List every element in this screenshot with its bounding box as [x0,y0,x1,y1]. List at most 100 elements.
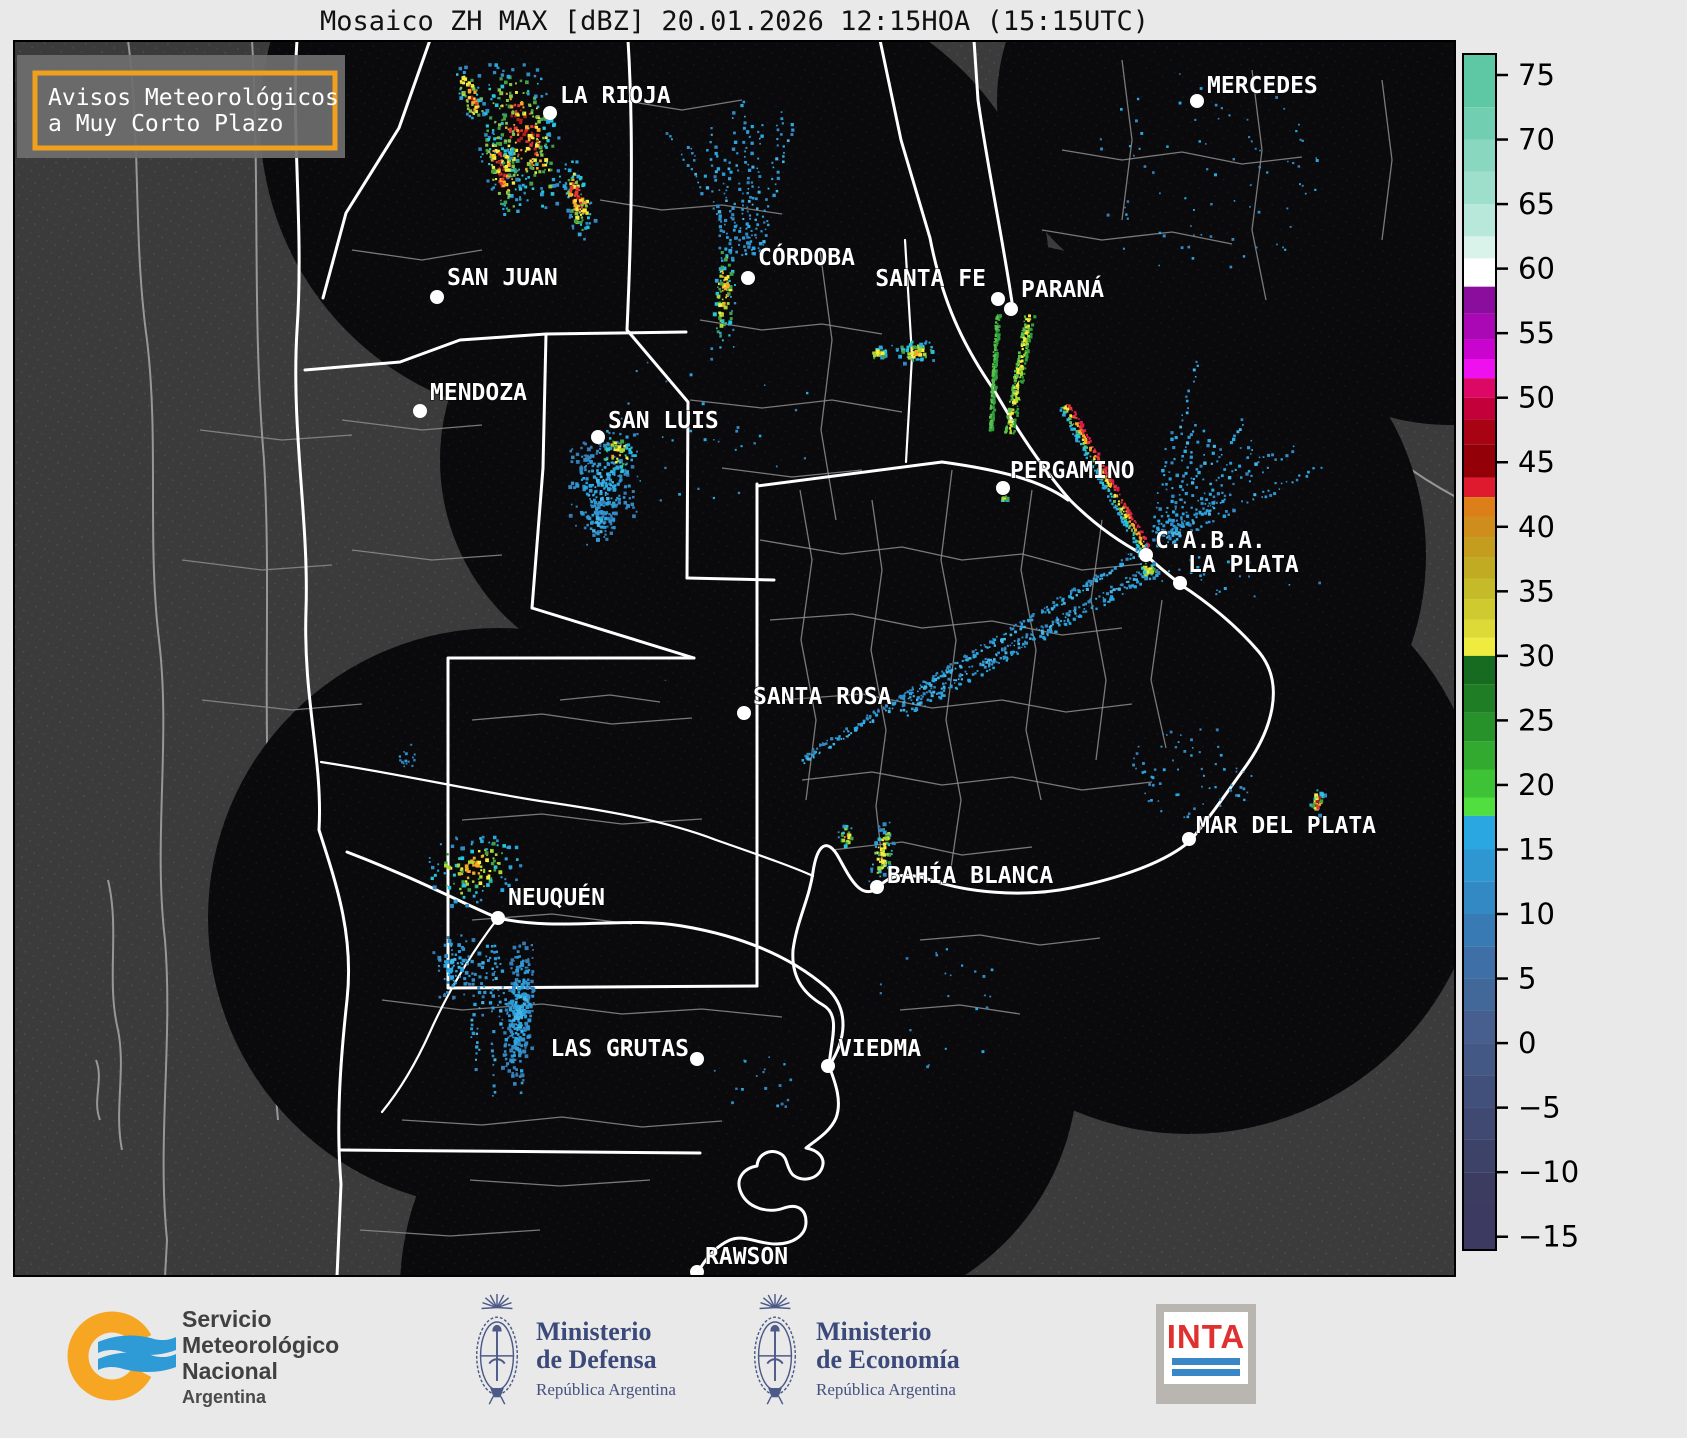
city-label: MERCEDES [1207,73,1318,99]
colorbar-segment [1463,978,1496,1011]
reflectivity-colorbar: 757065605550454035302520151050−5−10−15 [1462,53,1579,1254]
colorbar-segment [1463,419,1496,445]
city-dot [430,290,444,304]
city-dot [591,430,605,444]
city-label: PARANÁ [1021,275,1104,303]
colorbar-segment [1463,1139,1496,1173]
colorbar-segment [1463,537,1496,558]
colorbar-segment [1463,339,1496,359]
colorbar-tick-label: 0 [1518,1026,1536,1060]
smn-logo-text: Servicio Meteorológico Nacional Argentin… [182,1306,339,1408]
warnings-banner-line1: Avisos Meteorológicos [48,85,339,111]
inta-bar-2 [1172,1369,1240,1376]
colorbar-tick-label: 40 [1518,510,1555,544]
colorbar-segment [1463,171,1496,205]
city-label: SANTA ROSA [753,684,892,710]
colorbar-segment [1463,655,1496,685]
colorbar-segment [1463,637,1496,656]
city-dot [491,911,505,925]
colorbar-segment [1463,578,1496,600]
colorbar-tick-label: 25 [1518,703,1555,737]
city-label: RAWSON [705,1244,788,1270]
city-label: MAR DEL PLATA [1196,813,1376,839]
colorbar-segment [1463,1107,1496,1140]
inta-logo: INTA [1156,1304,1256,1404]
colorbar-tick-label: 65 [1518,187,1555,221]
colorbar-segment [1463,849,1496,882]
city-label: SAN JUAN [447,265,558,291]
colorbar-segment [1463,741,1496,770]
economia-coat-of-arms [746,1290,804,1414]
warnings-banner-line2: a Muy Corto Plazo [48,111,283,137]
economia-logo-text: Ministerio de Economía República Argenti… [816,1318,960,1400]
city-dot [741,271,755,285]
colorbar-tick-label: 30 [1518,639,1555,673]
city-dot [413,404,427,418]
colorbar-segment [1463,881,1496,915]
city-dot [737,706,751,720]
inta-wordmark: INTA [1166,1318,1246,1355]
city-marker: LAS GRUTAS [550,1036,704,1066]
colorbar-segment [1463,599,1496,620]
city-dot [690,1052,704,1066]
inta-bar-1 [1172,1358,1240,1365]
economia-title-line1: Ministerio [816,1317,932,1346]
colorbar-tick-label: 50 [1518,381,1555,415]
defensa-coat-of-arms [468,1290,526,1414]
colorbar-tick-label: 55 [1518,316,1555,350]
defensa-title-line1: Ministerio [536,1317,652,1346]
colorbar-segment [1463,286,1496,314]
colorbar-segment [1463,516,1496,538]
colorbar-segment [1463,497,1496,517]
city-dot [870,880,884,894]
colorbar-segment [1463,684,1496,713]
colorbar-segment [1463,139,1496,172]
colorbar-tick-label: −15 [1518,1220,1579,1254]
radar-product-page: Mosaico ZH MAX [dBZ] 20.01.2026 12:15HOA… [0,0,1687,1438]
colorbar-tick-label: 60 [1518,252,1555,286]
warnings-banner[interactable]: Avisos Meteorológicos a Muy Corto Plazo [17,55,345,158]
city-label: NEUQUÉN [508,883,605,911]
colorbar-segment [1463,107,1496,140]
colorbar-segment [1463,619,1496,638]
smn-name-line2: Meteorológico [182,1332,340,1358]
colorbar-segment [1463,236,1496,259]
city-dot [1182,832,1196,846]
city-dot [1004,302,1018,316]
colorbar-segment [1463,359,1496,379]
colorbar-segment [1463,712,1496,742]
colorbar-tick-label: −5 [1518,1091,1561,1125]
smn-name-line3: Nacional [182,1358,278,1384]
colorbar-segment [1463,1043,1496,1076]
colorbar-segment [1463,477,1496,498]
colorbar-segment [1463,397,1496,420]
colorbar-segment [1463,946,1496,979]
colorbar-tick-label: −10 [1518,1155,1579,1189]
city-label: VIEDMA [838,1036,921,1062]
radar-mosaic-map: MERCEDES LA RIOJA SAN JUAN CÓRDOBA SANTA FE P… [13,40,1579,1277]
colorbar-segment [1463,1172,1496,1205]
city-dot [543,106,557,120]
city-dot [1173,576,1187,590]
city-label: BAHÍA BLANCA [887,861,1053,889]
defensa-subtitle: República Argentina [536,1380,676,1399]
colorbar-segment [1463,378,1496,398]
colorbar-tick-label: 10 [1518,897,1555,931]
colorbar-tick-label: 5 [1518,962,1536,996]
defensa-title-line2: de Defensa [536,1345,657,1374]
colorbar-tick-label: 15 [1518,832,1555,866]
city-label: LAS GRUTAS [551,1036,689,1062]
city-label: LA RIOJA [560,83,671,109]
colorbar-tick-label: 20 [1518,768,1555,802]
colorbar-tick-label: 75 [1518,58,1555,92]
city-label: CÓRDOBA [758,243,855,271]
city-dot [1190,94,1204,108]
colorbar-segment [1463,54,1496,108]
city-dot [991,292,1005,306]
city-dot [821,1059,835,1073]
colorbar-segment [1463,1204,1496,1250]
colorbar-segment [1463,1075,1496,1108]
colorbar-segment [1463,557,1496,579]
colorbar-segment [1463,313,1496,340]
colorbar-segment [1463,1010,1496,1044]
